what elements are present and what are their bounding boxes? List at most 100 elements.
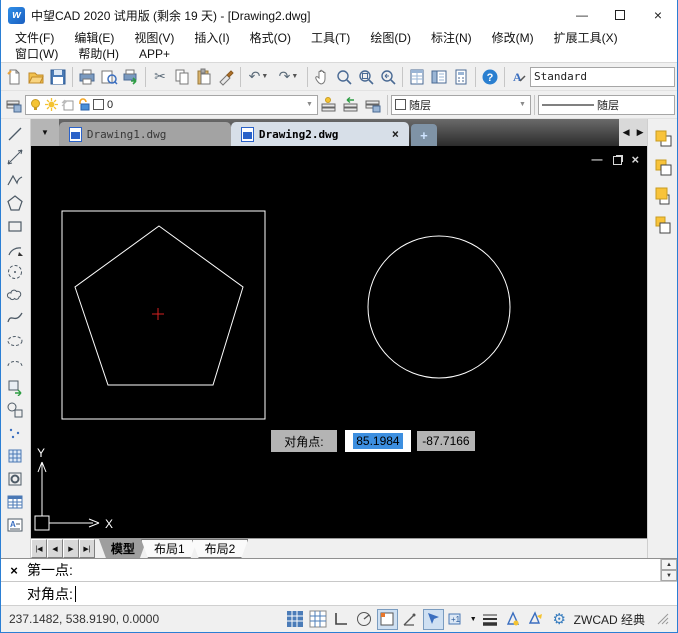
quickcalc-button[interactable] [450, 66, 472, 88]
layout-nav-last-button[interactable]: ▶| [79, 539, 95, 558]
doc-restore-icon[interactable] [613, 156, 622, 165]
revcloud-tool-button[interactable] [3, 283, 27, 306]
maximize-button[interactable] [601, 0, 639, 30]
donut-tool-button[interactable] [3, 467, 27, 490]
menu-format[interactable]: 格式(O) [240, 30, 301, 46]
arc-tool-button[interactable] [3, 237, 27, 260]
command-close-icon[interactable]: × [1, 563, 27, 578]
drawing-canvas[interactable]: — × 对角点: 85.1984 -87.7166 Y X [31, 146, 647, 538]
open-file-button[interactable] [25, 66, 47, 88]
menu-express-tools[interactable]: 扩展工具(X) [544, 30, 628, 46]
menu-window[interactable]: 窗口(W) [5, 46, 68, 62]
tooltip-y-field[interactable]: -87.7166 [416, 430, 476, 452]
menu-insert[interactable]: 插入(I) [184, 30, 239, 46]
print-button[interactable] [76, 66, 98, 88]
undo-dropdown-icon[interactable]: ▼ [260, 73, 269, 80]
linetype-combo[interactable]: 随层 [538, 95, 675, 115]
ellipse-tool-button[interactable] [3, 329, 27, 352]
new-file-button[interactable] [3, 66, 25, 88]
menu-help[interactable]: 帮助(H) [68, 46, 129, 62]
make-layer-current-button[interactable] [318, 94, 340, 116]
text-style-combo[interactable]: Standard [530, 67, 675, 87]
annotation-autoscale-button[interactable] [526, 609, 547, 630]
annotation-visibility-button[interactable] [503, 609, 524, 630]
send-to-back-button[interactable] [652, 156, 674, 178]
redo-button[interactable]: ↷▼ [274, 66, 304, 88]
tool-palettes-button[interactable] [428, 66, 450, 88]
tab-scroll-left-icon[interactable]: ◀ [619, 127, 633, 138]
doc-close-icon[interactable]: × [632, 154, 640, 166]
layer-unlock-icon[interactable] [77, 98, 90, 111]
tab-layout1[interactable]: 布局1 [141, 539, 198, 558]
polygon-tool-button[interactable] [3, 191, 27, 214]
layer-combo[interactable]: 0 ▼ [25, 95, 318, 115]
print-preview-button[interactable] [98, 66, 120, 88]
hatch-tool-button[interactable] [3, 444, 27, 467]
line-tool-button[interactable] [3, 122, 27, 145]
bring-to-front-button[interactable] [652, 127, 674, 149]
layer-combo-arrow-icon[interactable]: ▼ [305, 101, 314, 108]
table-tool-button[interactable] [3, 490, 27, 513]
minimize-button[interactable]: — [563, 0, 601, 30]
tab-overflow-button[interactable]: ▼ [31, 119, 59, 146]
scroll-up-icon[interactable]: ▲ [661, 559, 677, 570]
menu-modify[interactable]: 修改(M) [482, 30, 544, 46]
paste-button[interactable] [193, 66, 215, 88]
tab-scroll-right-icon[interactable]: ▶ [633, 127, 647, 138]
insert-block-button[interactable] [3, 375, 27, 398]
center-point-marker[interactable] [152, 308, 164, 320]
bring-above-button[interactable] [652, 185, 674, 207]
snap-toggle-button[interactable] [285, 609, 306, 630]
color-combo[interactable]: 随层 ▼ [391, 95, 531, 115]
osnap-toggle-button[interactable] [377, 609, 398, 630]
close-button[interactable]: × [639, 0, 677, 30]
layer-states-button[interactable] [362, 94, 384, 116]
menu-tools[interactable]: 工具(T) [301, 30, 360, 46]
command-input-row[interactable]: 对角点: [1, 582, 677, 605]
pan-button[interactable] [311, 66, 333, 88]
menu-edit[interactable]: 编辑(E) [64, 30, 124, 46]
layout-nav-first-button[interactable]: |◀ [31, 539, 47, 558]
scroll-down-icon[interactable]: ▼ [661, 570, 677, 581]
tab-drawing2[interactable]: Drawing2.dwg × [231, 122, 409, 146]
copy-button[interactable] [171, 66, 193, 88]
circle-tool-button[interactable] [3, 260, 27, 283]
redo-dropdown-icon[interactable]: ▼ [290, 73, 299, 80]
make-block-button[interactable] [3, 398, 27, 421]
otrack-toggle-button[interactable] [400, 609, 421, 630]
tab-model[interactable]: 模型 [99, 539, 147, 558]
annotation-scale-button[interactable]: +1 [446, 609, 467, 630]
layer-thaw-icon[interactable] [45, 98, 58, 111]
rectangle-tool-button[interactable] [3, 214, 27, 237]
layer-vp-freeze-icon[interactable] [61, 98, 74, 111]
undo-button[interactable]: ↶▼ [244, 66, 274, 88]
color-combo-arrow-icon[interactable]: ▼ [518, 101, 527, 108]
polar-toggle-button[interactable] [354, 609, 375, 630]
doc-minimize-icon[interactable]: — [592, 154, 603, 166]
layout-nav-prev-button[interactable]: ◀ [47, 539, 63, 558]
scale-dropdown-icon[interactable]: ▼ [469, 616, 478, 623]
save-button[interactable] [47, 66, 69, 88]
plot-button[interactable] [120, 66, 142, 88]
zoom-realtime-button[interactable] [333, 66, 355, 88]
dyn-toggle-button[interactable] [423, 609, 444, 630]
new-tab-button[interactable]: + [411, 124, 437, 146]
send-under-button[interactable] [652, 214, 674, 236]
zoom-previous-button[interactable] [377, 66, 399, 88]
resize-grip[interactable] [657, 613, 669, 625]
layer-on-icon[interactable] [29, 98, 42, 111]
layer-manager-button[interactable] [3, 94, 25, 116]
tab-layout2[interactable]: 布局2 [192, 539, 249, 558]
text-style-button[interactable]: A [508, 66, 530, 88]
ortho-toggle-button[interactable] [331, 609, 352, 630]
menu-dimension[interactable]: 标注(N) [421, 30, 482, 46]
ellipse-arc-tool-button[interactable] [3, 352, 27, 375]
menu-draw[interactable]: 绘图(D) [360, 30, 421, 46]
xline-tool-button[interactable] [3, 145, 27, 168]
circle-entity[interactable] [368, 236, 510, 378]
menu-view[interactable]: 视图(V) [124, 30, 184, 46]
menu-file[interactable]: 文件(F) [5, 30, 64, 46]
lineweight-toggle-button[interactable] [480, 609, 501, 630]
tooltip-x-field[interactable]: 85.1984 [345, 430, 411, 452]
cut-button[interactable]: ✂ [149, 66, 171, 88]
